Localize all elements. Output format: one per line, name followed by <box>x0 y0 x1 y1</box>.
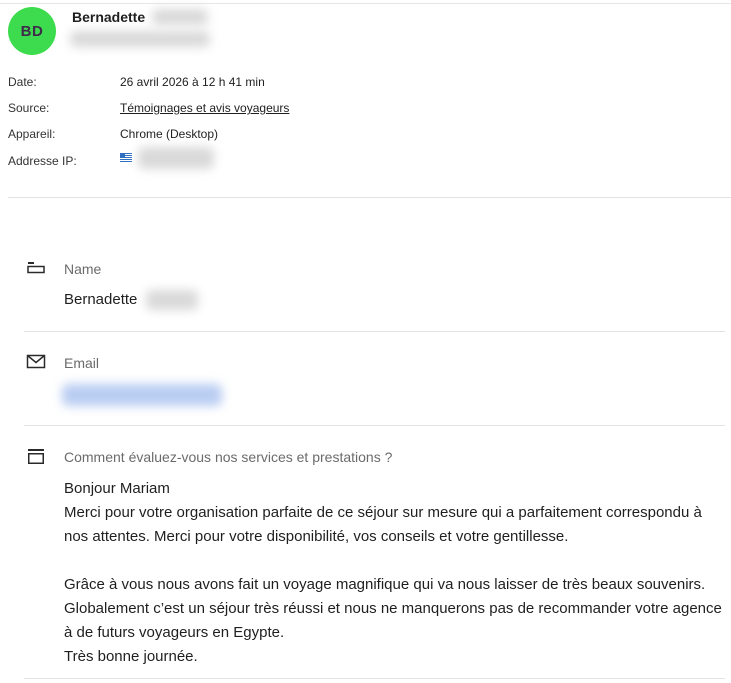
top-border <box>0 3 731 4</box>
redacted-surname <box>152 9 208 25</box>
textarea-field-icon <box>28 449 44 464</box>
greece-flag-icon <box>120 153 132 162</box>
redacted-ip-address <box>138 147 214 169</box>
date-label: Date: <box>8 75 37 89</box>
device-value: Chrome (Desktop) <box>120 127 219 141</box>
redacted-sender-email <box>70 31 210 47</box>
name-field-value: Bernadette <box>64 291 138 308</box>
bottom-divider <box>24 678 725 679</box>
email-field-label: Email <box>64 355 100 371</box>
email-divider <box>24 425 725 426</box>
ip-label: Addresse IP: <box>8 154 77 168</box>
redacted-name-surname <box>146 290 198 310</box>
source-label: Source: <box>8 101 50 115</box>
source-link[interactable]: Témoignages et avis voyageurs <box>120 101 289 115</box>
device-label: Appareil: <box>8 127 56 141</box>
header-divider <box>8 197 731 198</box>
avatar: BD <box>8 7 56 55</box>
envelope-icon <box>26 354 46 369</box>
message-text: Bonjour Mariam Merci pour votre organisa… <box>64 480 722 665</box>
question-label: Comment évaluez-vous nos services et pre… <box>64 449 393 465</box>
redacted-email-value <box>62 384 222 406</box>
name-field-icon <box>27 262 45 274</box>
name-field-label: Name <box>64 261 102 277</box>
name-divider <box>24 331 725 332</box>
date-value: 26 avril 2026 à 12 h 41 min <box>120 75 265 89</box>
sender-name: Bernadette <box>72 9 146 25</box>
